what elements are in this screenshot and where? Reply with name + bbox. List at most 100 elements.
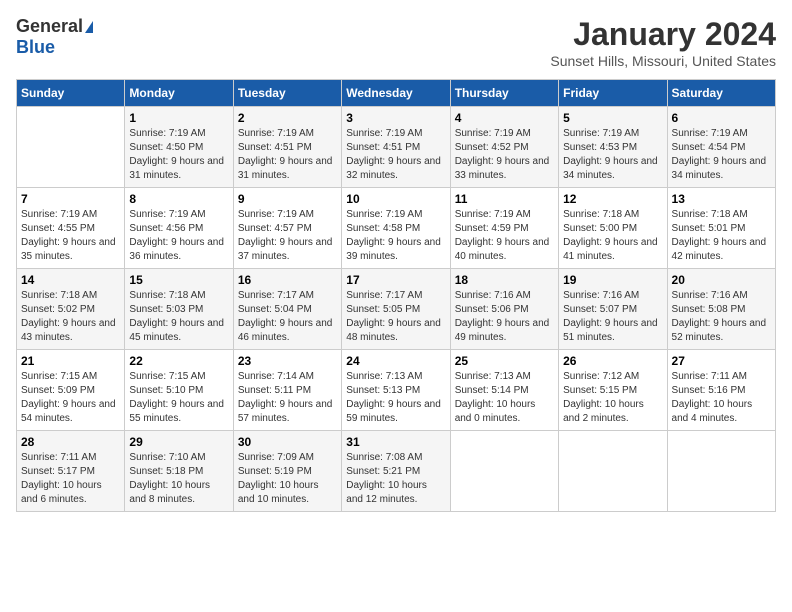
calendar-week-row: 21 Sunrise: 7:15 AM Sunset: 5:09 PM Dayli…: [17, 350, 776, 431]
day-detail: Sunrise: 7:09 AM Sunset: 5:19 PM Dayligh…: [238, 451, 337, 507]
day-number: 3: [346, 111, 445, 125]
title-area: January 2024 Sunset Hills, Missouri, Uni…: [550, 16, 776, 69]
calendar-day-cell: [450, 431, 558, 512]
calendar-day-cell: 9 Sunrise: 7:19 AM Sunset: 4:57 PM Daylig…: [233, 188, 341, 269]
calendar-day-cell: 10Sunrise: 7:19 AM Sunset: 4:58 PM Dayli…: [342, 188, 450, 269]
calendar-day-cell: 25Sunrise: 7:13 AM Sunset: 5:14 PM Dayli…: [450, 350, 558, 431]
calendar-week-row: 7Sunrise: 7:19 AM Sunset: 4:55 PM Daylig…: [17, 188, 776, 269]
day-detail: Sunrise: 7:19 AM Sunset: 4:52 PM Dayligh…: [455, 127, 554, 183]
day-number: 30: [238, 435, 337, 449]
day-number: 21: [21, 354, 120, 368]
calendar-day-cell: 3 Sunrise: 7:19 AM Sunset: 4:51 PM Daylig…: [342, 107, 450, 188]
logo-blue-text: Blue: [16, 37, 55, 58]
day-number: 25: [455, 354, 554, 368]
day-detail: Sunrise: 7:11 AM Sunset: 5:17 PM Dayligh…: [21, 451, 120, 507]
day-detail: Sunrise: 7:16 AM Sunset: 5:08 PM Dayligh…: [672, 289, 771, 345]
day-number: 1: [129, 111, 228, 125]
calendar-day-cell: 8 Sunrise: 7:19 AM Sunset: 4:56 PM Daylig…: [125, 188, 233, 269]
calendar-day-cell: 20 Sunrise: 7:16 AM Sunset: 5:08 PM Dayli…: [667, 269, 775, 350]
calendar-week-row: 28 Sunrise: 7:11 AM Sunset: 5:17 PM Dayli…: [17, 431, 776, 512]
calendar-day-cell: 26 Sunrise: 7:12 AM Sunset: 5:15 PM Dayli…: [559, 350, 667, 431]
location-title: Sunset Hills, Missouri, United States: [550, 53, 776, 69]
day-number: 14: [21, 273, 120, 287]
day-of-week-header: Monday: [125, 80, 233, 107]
day-number: 26: [563, 354, 662, 368]
day-detail: Sunrise: 7:19 AM Sunset: 4:55 PM Dayligh…: [21, 208, 120, 264]
day-detail: Sunrise: 7:18 AM Sunset: 5:00 PM Dayligh…: [563, 208, 662, 264]
day-number: 27: [672, 354, 771, 368]
logo-icon: [85, 21, 93, 33]
day-detail: Sunrise: 7:18 AM Sunset: 5:03 PM Dayligh…: [129, 289, 228, 345]
calendar-week-row: 1Sunrise: 7:19 AM Sunset: 4:50 PM Daylig…: [17, 107, 776, 188]
day-of-week-header: Friday: [559, 80, 667, 107]
day-number: 5: [563, 111, 662, 125]
day-number: 28: [21, 435, 120, 449]
day-number: 13: [672, 192, 771, 206]
calendar-day-cell: [559, 431, 667, 512]
calendar-table: SundayMondayTuesdayWednesdayThursdayFrid…: [16, 79, 776, 512]
calendar-day-cell: 14 Sunrise: 7:18 AM Sunset: 5:02 PM Dayli…: [17, 269, 125, 350]
day-detail: Sunrise: 7:15 AM Sunset: 5:10 PM Dayligh…: [129, 370, 228, 426]
day-of-week-header: Sunday: [17, 80, 125, 107]
calendar-day-cell: 6 Sunrise: 7:19 AM Sunset: 4:54 PM Daylig…: [667, 107, 775, 188]
day-detail: Sunrise: 7:17 AM Sunset: 5:05 PM Dayligh…: [346, 289, 445, 345]
day-of-week-header: Wednesday: [342, 80, 450, 107]
calendar-day-cell: 18Sunrise: 7:16 AM Sunset: 5:06 PM Dayli…: [450, 269, 558, 350]
day-detail: Sunrise: 7:16 AM Sunset: 5:06 PM Dayligh…: [455, 289, 554, 345]
calendar-day-cell: 11 Sunrise: 7:19 AM Sunset: 4:59 PM Dayli…: [450, 188, 558, 269]
month-title: January 2024: [550, 16, 776, 53]
calendar-day-cell: 1Sunrise: 7:19 AM Sunset: 4:50 PM Daylig…: [125, 107, 233, 188]
calendar-day-cell: 29 Sunrise: 7:10 AM Sunset: 5:18 PM Dayli…: [125, 431, 233, 512]
day-detail: Sunrise: 7:12 AM Sunset: 5:15 PM Dayligh…: [563, 370, 662, 426]
day-number: 17: [346, 273, 445, 287]
day-detail: Sunrise: 7:10 AM Sunset: 5:18 PM Dayligh…: [129, 451, 228, 507]
day-number: 11: [455, 192, 554, 206]
calendar-day-cell: 28 Sunrise: 7:11 AM Sunset: 5:17 PM Dayli…: [17, 431, 125, 512]
day-detail: Sunrise: 7:19 AM Sunset: 4:58 PM Dayligh…: [346, 208, 445, 264]
calendar-day-cell: 30 Sunrise: 7:09 AM Sunset: 5:19 PM Dayli…: [233, 431, 341, 512]
calendar-day-cell: [667, 431, 775, 512]
day-number: 16: [238, 273, 337, 287]
day-of-week-header: Saturday: [667, 80, 775, 107]
calendar-day-cell: 13 Sunrise: 7:18 AM Sunset: 5:01 PM Dayli…: [667, 188, 775, 269]
calendar-week-row: 14 Sunrise: 7:18 AM Sunset: 5:02 PM Dayli…: [17, 269, 776, 350]
calendar-header-row: SundayMondayTuesdayWednesdayThursdayFrid…: [17, 80, 776, 107]
day-detail: Sunrise: 7:19 AM Sunset: 4:51 PM Dayligh…: [346, 127, 445, 183]
day-detail: Sunrise: 7:15 AM Sunset: 5:09 PM Dayligh…: [21, 370, 120, 426]
logo-general-text: General: [16, 16, 83, 37]
calendar-day-cell: 15 Sunrise: 7:18 AM Sunset: 5:03 PM Dayli…: [125, 269, 233, 350]
day-detail: Sunrise: 7:18 AM Sunset: 5:02 PM Dayligh…: [21, 289, 120, 345]
calendar-day-cell: 4Sunrise: 7:19 AM Sunset: 4:52 PM Daylig…: [450, 107, 558, 188]
calendar-day-cell: 16Sunrise: 7:17 AM Sunset: 5:04 PM Dayli…: [233, 269, 341, 350]
calendar-day-cell: 19 Sunrise: 7:16 AM Sunset: 5:07 PM Dayli…: [559, 269, 667, 350]
day-detail: Sunrise: 7:19 AM Sunset: 4:56 PM Dayligh…: [129, 208, 228, 264]
day-number: 29: [129, 435, 228, 449]
day-number: 15: [129, 273, 228, 287]
day-detail: Sunrise: 7:19 AM Sunset: 4:54 PM Dayligh…: [672, 127, 771, 183]
day-number: 19: [563, 273, 662, 287]
calendar-day-cell: 2Sunrise: 7:19 AM Sunset: 4:51 PM Daylig…: [233, 107, 341, 188]
logo: General Blue: [16, 16, 93, 58]
day-number: 20: [672, 273, 771, 287]
day-number: 9: [238, 192, 337, 206]
day-detail: Sunrise: 7:19 AM Sunset: 4:57 PM Dayligh…: [238, 208, 337, 264]
day-detail: Sunrise: 7:16 AM Sunset: 5:07 PM Dayligh…: [563, 289, 662, 345]
day-number: 23: [238, 354, 337, 368]
day-detail: Sunrise: 7:18 AM Sunset: 5:01 PM Dayligh…: [672, 208, 771, 264]
day-number: 8: [129, 192, 228, 206]
calendar-day-cell: 7Sunrise: 7:19 AM Sunset: 4:55 PM Daylig…: [17, 188, 125, 269]
day-number: 6: [672, 111, 771, 125]
calendar-day-cell: 5 Sunrise: 7:19 AM Sunset: 4:53 PM Daylig…: [559, 107, 667, 188]
day-number: 24: [346, 354, 445, 368]
calendar-day-cell: 31Sunrise: 7:08 AM Sunset: 5:21 PM Dayli…: [342, 431, 450, 512]
calendar-day-cell: 22 Sunrise: 7:15 AM Sunset: 5:10 PM Dayli…: [125, 350, 233, 431]
day-detail: Sunrise: 7:19 AM Sunset: 4:59 PM Dayligh…: [455, 208, 554, 264]
day-number: 2: [238, 111, 337, 125]
day-detail: Sunrise: 7:19 AM Sunset: 4:53 PM Dayligh…: [563, 127, 662, 183]
calendar-day-cell: 24Sunrise: 7:13 AM Sunset: 5:13 PM Dayli…: [342, 350, 450, 431]
day-number: 22: [129, 354, 228, 368]
day-detail: Sunrise: 7:14 AM Sunset: 5:11 PM Dayligh…: [238, 370, 337, 426]
day-number: 31: [346, 435, 445, 449]
calendar-day-cell: 23 Sunrise: 7:14 AM Sunset: 5:11 PM Dayli…: [233, 350, 341, 431]
day-number: 12: [563, 192, 662, 206]
